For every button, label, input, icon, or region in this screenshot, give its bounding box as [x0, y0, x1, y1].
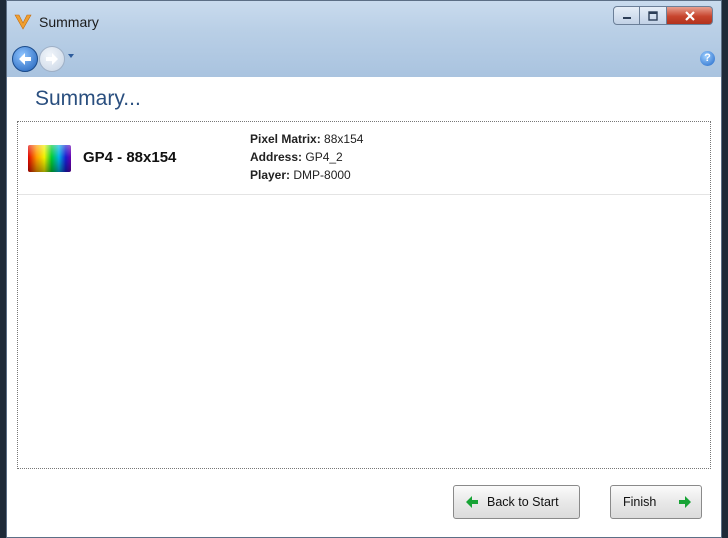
v-logo-icon [14, 14, 32, 30]
navigation-bar: ? [7, 41, 721, 77]
page-title: Summary... [35, 87, 141, 110]
pixel-matrix-row: Pixel Matrix: 88x154 [250, 130, 363, 148]
player-value: DMP-8000 [293, 168, 351, 182]
forward-nav-button[interactable] [39, 46, 65, 72]
player-row: Player: DMP-8000 [250, 166, 363, 184]
help-icon[interactable]: ? [700, 51, 715, 66]
window-title: Summary [39, 14, 99, 30]
wizard-footer: Back to Start Finish [7, 469, 721, 537]
list-item[interactable]: GP4 - 88x154 Pixel Matrix: 88x154 Addres… [18, 122, 710, 195]
forward-arrow-icon [46, 53, 58, 65]
pixel-matrix-value: 88x154 [324, 132, 364, 146]
back-to-start-button[interactable]: Back to Start [453, 485, 580, 519]
summary-list: GP4 - 88x154 Pixel Matrix: 88x154 Addres… [17, 121, 711, 469]
minimize-button[interactable] [613, 6, 640, 25]
pixel-matrix-label: Pixel Matrix: [250, 132, 321, 146]
rainbow-matrix-icon [28, 145, 71, 172]
address-row: Address: GP4_2 [250, 148, 363, 166]
title-bar[interactable]: Summary [7, 1, 721, 41]
maximize-icon [648, 10, 658, 21]
player-label: Player: [250, 168, 291, 182]
wizard-content: Summary... GP4 - 88x154 Pixel Matrix: 88… [7, 77, 721, 537]
close-button[interactable] [667, 6, 713, 25]
address-value: GP4_2 [305, 150, 343, 164]
window-frame: Summary ? [7, 1, 721, 77]
finish-label: Finish [623, 495, 657, 509]
back-arrow-icon [19, 53, 31, 65]
close-icon [684, 10, 695, 21]
caption-buttons [613, 6, 713, 26]
history-dropdown[interactable] [68, 54, 74, 58]
finish-button[interactable]: Finish [610, 485, 702, 519]
back-nav-button[interactable] [12, 46, 38, 72]
item-name: GP4 - 88x154 [83, 149, 177, 166]
minimize-icon [622, 16, 631, 19]
page-header: Summary... [7, 77, 721, 119]
address-label: Address: [250, 150, 303, 164]
left-arrow-icon [466, 496, 478, 508]
item-details: Pixel Matrix: 88x154 Address: GP4_2 Play… [250, 130, 363, 184]
maximize-button[interactable] [640, 6, 667, 25]
right-arrow-icon [679, 496, 691, 508]
back-to-start-label: Back to Start [487, 495, 559, 509]
wizard-window: Summary ? Summary... GP4 - 88x154 Pixel … [6, 0, 722, 538]
